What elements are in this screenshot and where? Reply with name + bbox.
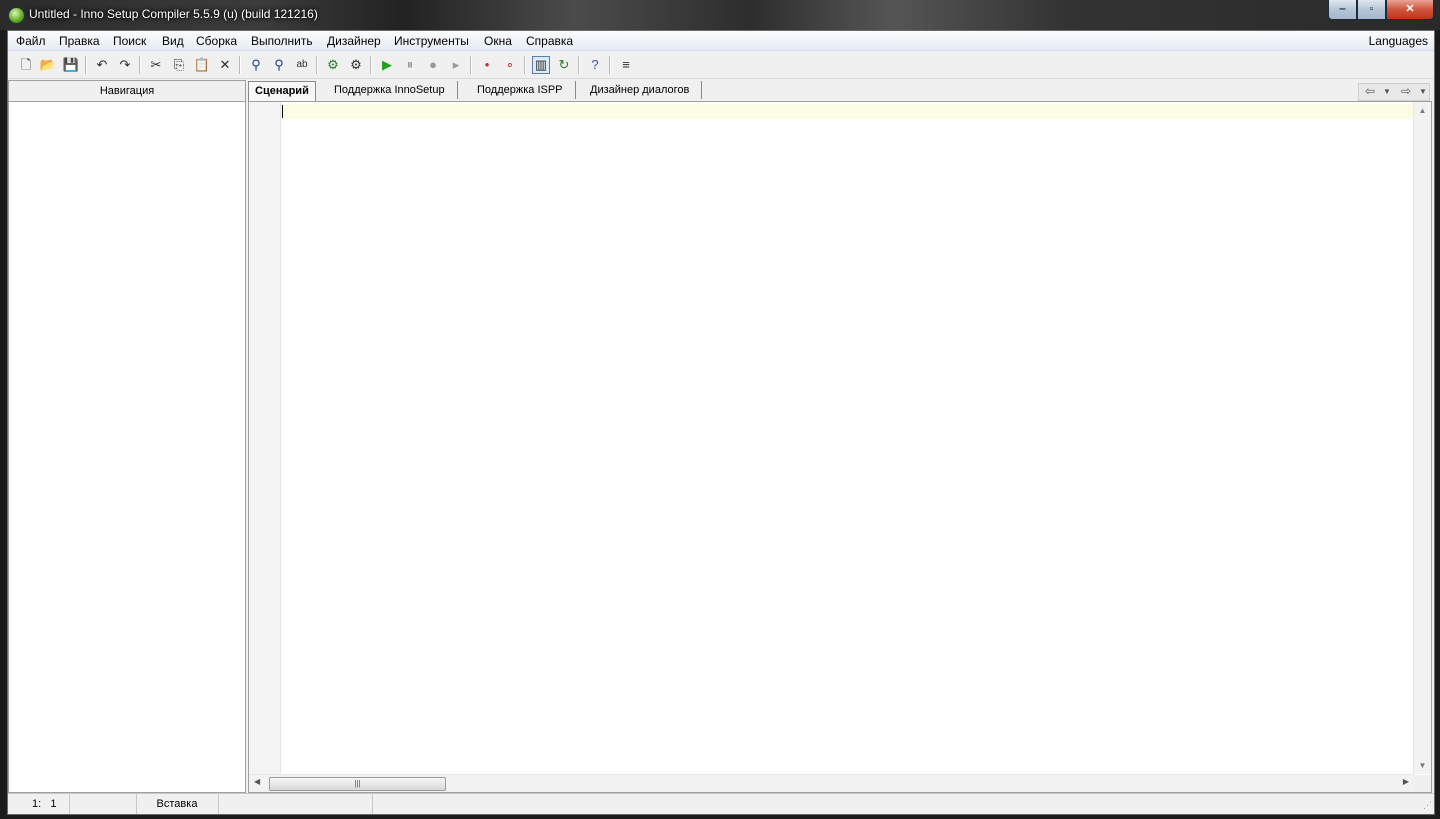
menu-windows[interactable]: Окна — [484, 34, 512, 48]
window-controls: ‒ ▫ ✕ — [1328, 0, 1434, 21]
menu-run[interactable]: Выполнить — [251, 34, 313, 48]
horizontal-scrollbar[interactable]: ◀ ||| ▶ — [249, 774, 1414, 792]
navigation-header: Навигация — [9, 81, 245, 102]
navigation-panel-icon[interactable]: ▥ — [532, 56, 550, 74]
scroll-left-icon[interactable]: ◀ — [254, 777, 260, 786]
languages-menu[interactable]: Languages — [1369, 34, 1428, 48]
redo-icon[interactable]: ↷ — [116, 56, 134, 74]
vertical-scrollbar[interactable]: ▲ ▼ — [1413, 102, 1431, 774]
menu-search[interactable]: Поиск — [113, 34, 146, 48]
tab-script[interactable]: Сценарий — [248, 81, 316, 101]
toolbar-separator — [470, 56, 472, 74]
menu-view[interactable]: Вид — [162, 34, 184, 48]
window-title: Untitled - Inno Setup Compiler 5.5.9 (u)… — [29, 7, 318, 21]
insert-mode: Вставка — [136, 794, 219, 814]
back-arrow-icon[interactable]: ⇦ — [1365, 84, 1375, 98]
line-gutter[interactable] — [249, 102, 281, 774]
current-line-highlight — [281, 104, 1414, 119]
scroll-right-icon[interactable]: ▶ — [1403, 777, 1409, 786]
toolbar-separator — [370, 56, 372, 74]
tab-dialog-designer[interactable]: Дизайнер диалогов — [578, 81, 703, 99]
clear-breakpoint-icon[interactable]: ∘ — [501, 56, 519, 74]
status-bar: 1: 1 Вставка ⋰ — [8, 793, 1434, 814]
compile-setup-icon[interactable]: ⚙ — [347, 56, 365, 74]
toolbar-separator — [85, 56, 87, 74]
copy-icon[interactable]: ⎘ — [170, 56, 188, 74]
title-bar[interactable]: Untitled - Inno Setup Compiler 5.5.9 (u)… — [0, 0, 1440, 30]
toolbar-separator — [239, 56, 241, 74]
menu-file[interactable]: Файл — [16, 34, 46, 48]
app-icon[interactable] — [8, 7, 25, 24]
toolbar-separator — [316, 56, 318, 74]
main-window: Файл Правка Поиск Вид Сборка Выполнить Д… — [7, 30, 1435, 815]
delete-icon[interactable]: ✕ — [216, 56, 234, 74]
menu-designer[interactable]: Дизайнер — [327, 34, 381, 48]
open-folder-icon[interactable]: 📂 — [39, 56, 57, 74]
navigation-panel[interactable]: Навигация — [8, 80, 246, 793]
toggle-breakpoint-icon[interactable]: • — [478, 56, 496, 74]
scroll-down-icon[interactable]: ▼ — [1414, 761, 1431, 770]
toolbar: 🗋 📂 💾 ↶ ↷ ✂ ⎘ 📋 ✕ ⚲ ⚲ ab ⚙ ⚙ ▶ ⏸ ● ▸ • ∘… — [8, 52, 1434, 79]
menu-help[interactable]: Справка — [526, 34, 573, 48]
scroll-up-icon[interactable]: ▲ — [1414, 106, 1431, 115]
status-modified — [70, 794, 137, 814]
resize-grip-icon[interactable]: ⋰ — [1423, 800, 1432, 811]
find-next-icon[interactable]: ⚲ — [270, 56, 288, 74]
toolbar-separator — [609, 56, 611, 74]
find-icon[interactable]: ⚲ — [247, 56, 265, 74]
forward-arrow-icon[interactable]: ⇨ — [1401, 84, 1411, 98]
run-icon[interactable]: ▶ — [378, 56, 396, 74]
undo-icon[interactable]: ↶ — [93, 56, 111, 74]
nav-arrows: ⇦ ▼ ⇨ ▼ — [1358, 83, 1430, 101]
close-button[interactable]: ✕ — [1386, 0, 1434, 20]
compile-icon[interactable]: ⚙ — [324, 56, 342, 74]
word-wrap-icon[interactable]: ≡ — [617, 56, 635, 74]
pause-icon[interactable]: ⏸ — [401, 56, 419, 74]
toolbar-separator — [139, 56, 141, 74]
menu-edit[interactable]: Правка — [59, 34, 100, 48]
help-icon[interactable]: ? — [586, 56, 604, 74]
new-file-icon[interactable]: 🗋 — [17, 56, 35, 74]
replace-icon[interactable]: ab — [293, 56, 311, 74]
save-icon[interactable]: 💾 — [62, 56, 80, 74]
stop-icon[interactable]: ● — [424, 56, 442, 74]
paste-icon[interactable]: 📋 — [193, 56, 211, 74]
scroll-corner — [1414, 775, 1431, 792]
minimize-button[interactable]: ‒ — [1328, 0, 1357, 20]
tab-innosetup-support[interactable]: Поддержка InnoSetup — [322, 81, 458, 99]
refresh-icon[interactable]: ↻ — [555, 56, 573, 74]
text-caret — [282, 105, 283, 118]
menu-tools[interactable]: Инструменты — [394, 34, 469, 48]
horizontal-scroll-thumb[interactable]: ||| — [269, 777, 446, 791]
tab-ispp-support[interactable]: Поддержка ISPP — [465, 81, 576, 99]
forward-dropdown-icon[interactable]: ▼ — [1419, 87, 1427, 96]
menu-bar: Файл Правка Поиск Вид Сборка Выполнить Д… — [8, 31, 1434, 51]
menu-build[interactable]: Сборка — [196, 34, 237, 48]
cursor-position: 1: 1 — [8, 794, 70, 814]
step-icon[interactable]: ▸ — [447, 56, 465, 74]
toolbar-separator — [578, 56, 580, 74]
toolbar-separator — [524, 56, 526, 74]
back-dropdown-icon[interactable]: ▼ — [1383, 87, 1391, 96]
status-message — [218, 794, 373, 814]
cut-icon[interactable]: ✂ — [147, 56, 165, 74]
script-editor[interactable]: ▲ ▼ ◀ ||| ▶ — [248, 101, 1432, 793]
maximize-button[interactable]: ▫ — [1357, 0, 1386, 20]
